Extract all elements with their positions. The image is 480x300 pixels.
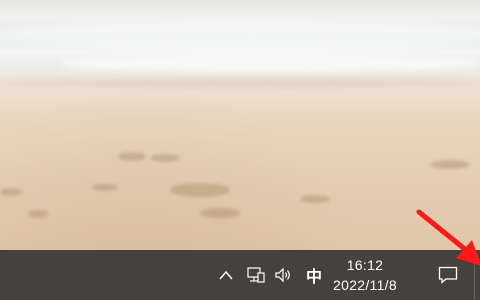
show-desktop-button[interactable] xyxy=(474,250,480,300)
sand-footprint xyxy=(118,152,146,161)
sand-footprint xyxy=(300,195,330,203)
clock-date: 2022/11/8 xyxy=(333,277,397,293)
volume-button[interactable] xyxy=(272,250,296,300)
sand-footprint xyxy=(150,154,180,162)
wave-foam xyxy=(60,55,480,73)
show-hidden-icons-button[interactable] xyxy=(216,250,236,300)
wet-sand-line xyxy=(0,78,480,88)
ime-label: 中 xyxy=(305,267,322,286)
network-icon xyxy=(247,267,265,283)
notification-icon xyxy=(438,266,458,284)
sand-footprint xyxy=(0,188,22,196)
desktop-wallpaper xyxy=(0,0,480,250)
sand-footprint xyxy=(92,184,118,191)
sand-footprint xyxy=(170,183,230,197)
clock-time: 16:12 xyxy=(346,257,384,273)
wave-foam xyxy=(0,22,480,50)
sand-footprint xyxy=(200,208,240,218)
chevron-up-icon xyxy=(219,270,233,280)
input-method-indicator[interactable]: 中 xyxy=(302,250,326,300)
sand-footprint xyxy=(430,160,470,169)
network-status-button[interactable] xyxy=(244,250,268,300)
speaker-icon xyxy=(275,267,290,283)
sand-footprint xyxy=(28,210,48,218)
taskbar: 中 16:12 2022/11/8 xyxy=(0,250,480,300)
action-center-button[interactable] xyxy=(432,250,464,300)
clock-button[interactable]: 16:12 2022/11/8 xyxy=(330,250,400,300)
